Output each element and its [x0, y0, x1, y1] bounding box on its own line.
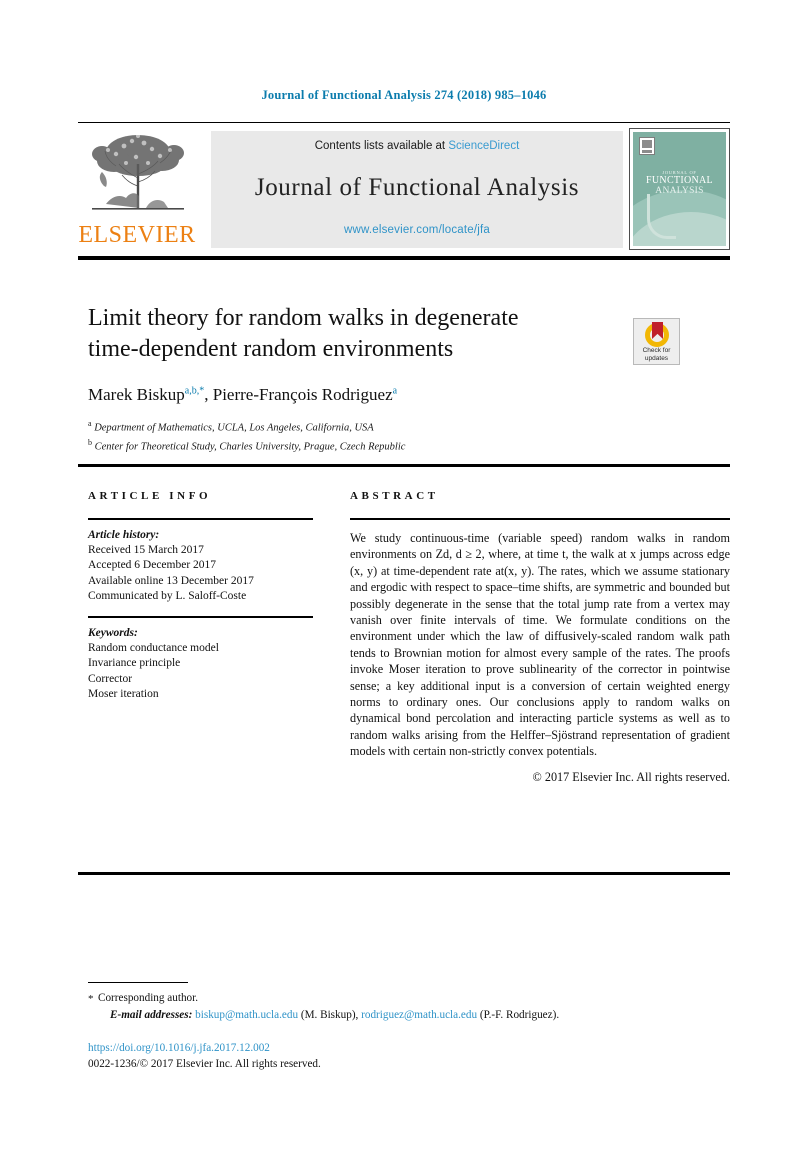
doi-block: https://doi.org/10.1016/j.jfa.2017.12.00… [88, 1041, 728, 1072]
keyword-item: Invariance principle [88, 657, 181, 670]
abstract-divider [350, 518, 730, 520]
article-info-top-rule [78, 464, 730, 467]
abstract-bottom-rule [78, 872, 730, 875]
paper-page: Journal of Functional Analysis 274 (2018… [0, 0, 808, 1162]
cover-hook-shape [647, 194, 676, 239]
email-owner-2: (P.-F. Rodriguez). [477, 1009, 560, 1021]
contents-available-line: Contents lists available at ScienceDirec… [211, 140, 623, 152]
article-info-column: ARTICLE INFO Article history: Received 1… [88, 490, 313, 702]
affiliation-a-text: Department of Mathematics, UCLA, Los Ang… [91, 422, 374, 434]
cover-title-text: JOURNAL OF FUNCTIONAL ANALYSIS [633, 170, 726, 197]
elsevier-mark-icon [639, 137, 655, 155]
abstract-body: We study continuous-time (variable speed… [350, 531, 730, 759]
history-item: Communicated by L. Saloff-Coste [88, 589, 247, 602]
contents-prefix: Contents lists available at [314, 140, 449, 152]
email-addresses-note: E-mail addresses: biskup@math.ucla.edu (… [88, 1007, 728, 1023]
keyword-item: Corrector [88, 672, 133, 685]
cover-line-2: FUNCTIONAL [646, 175, 713, 187]
affiliation-list: a Department of Mathematics, UCLA, Los A… [88, 417, 688, 454]
article-info-heading: ARTICLE INFO [88, 490, 212, 502]
footnote-block: * Corresponding author. E-mail addresses… [88, 990, 728, 1023]
affiliation-b-text: Center for Theoretical Study, Charles Un… [92, 441, 406, 452]
journal-cover-art: JOURNAL OF FUNCTIONAL ANALYSIS [633, 132, 726, 246]
author-2: , Pierre-François Rodriguez [204, 385, 393, 404]
doi-link[interactable]: https://doi.org/10.1016/j.jfa.2017.12.00… [88, 1041, 728, 1057]
footnote-star-marker: * [88, 993, 94, 1005]
title-line-2: time-dependent random environments [88, 336, 454, 362]
email-owner-1: (M. Biskup), [298, 1009, 362, 1021]
keyword-item: Moser iteration [88, 687, 159, 700]
author-1: Marek Biskup [88, 385, 185, 404]
elsevier-tree-icon [92, 134, 184, 210]
elsevier-logo: ELSEVIER [78, 130, 196, 250]
corresponding-author-note: * Corresponding author. [88, 990, 728, 1006]
author-2-affiliation-marks[interactable]: a [393, 385, 397, 396]
cover-line-3: ANALYSIS [655, 186, 704, 197]
article-history-label: Article history: [88, 529, 160, 541]
issn-copyright-line: 0022-1236/© 2017 Elsevier Inc. All right… [88, 1057, 321, 1070]
abstract-column: ABSTRACT We study continuous-time (varia… [350, 490, 730, 785]
masthead: ELSEVIER Contents lists available at Sci… [78, 128, 730, 250]
elsevier-wordmark: ELSEVIER [78, 222, 196, 248]
masthead-top-rule [78, 122, 730, 123]
crossmark-label: Check for updates [634, 347, 679, 362]
journal-homepage-link[interactable]: www.elsevier.com/locate/jfa [211, 224, 623, 236]
history-item: Accepted 6 December 2017 [88, 559, 217, 572]
history-item: Available online 13 December 2017 [88, 574, 254, 587]
journal-cover-thumbnail[interactable]: JOURNAL OF FUNCTIONAL ANALYSIS [629, 128, 730, 250]
masthead-center-panel: Contents lists available at ScienceDirec… [211, 131, 623, 248]
abstract-copyright: © 2017 Elsevier Inc. All rights reserved… [532, 769, 730, 784]
masthead-bottom-rule [78, 256, 730, 260]
article-history-block: Article history: Received 15 March 2017 … [88, 528, 313, 604]
footnote-rule [88, 982, 188, 984]
article-info-divider [88, 518, 313, 520]
author-1-affiliation-marks[interactable]: a,b,* [185, 385, 204, 396]
crossmark-label-line-2: updates [644, 354, 669, 362]
keywords-divider [88, 616, 313, 619]
page-title: Limit theory for random walks in degener… [88, 303, 588, 365]
crossmark-label-line-1: Check for [642, 347, 671, 354]
journal-title: Journal of Functional Analysis [254, 174, 580, 201]
running-head: Journal of Functional Analysis 274 (2018… [261, 88, 547, 102]
history-item: Received 15 March 2017 [88, 544, 204, 557]
corresponding-author-text: Corresponding author. [98, 992, 199, 1004]
title-line-1: Limit theory for random walks in degener… [88, 305, 519, 331]
affiliation-b: b Center for Theoretical Study, Charles … [88, 436, 688, 455]
author-list: Marek Biskupa,b,*, Pierre-François Rodri… [88, 385, 648, 405]
keywords-label: Keywords: [88, 627, 138, 640]
email-link-biskup[interactable]: biskup@math.ucla.edu [195, 1009, 298, 1021]
email-addresses-label: E-mail addresses: [110, 1009, 193, 1021]
abstract-heading: ABSTRACT [350, 490, 439, 502]
email-link-rodriguez[interactable]: rodriguez@math.ucla.edu [361, 1009, 477, 1021]
affiliation-a: a Department of Mathematics, UCLA, Los A… [88, 417, 688, 436]
keywords-block: Keywords: Random conductance model Invar… [88, 626, 313, 702]
keyword-item: Random conductance model [88, 642, 219, 655]
crossmark-badge[interactable]: Check for updates [633, 318, 680, 365]
sciencedirect-link[interactable]: ScienceDirect [448, 140, 519, 152]
